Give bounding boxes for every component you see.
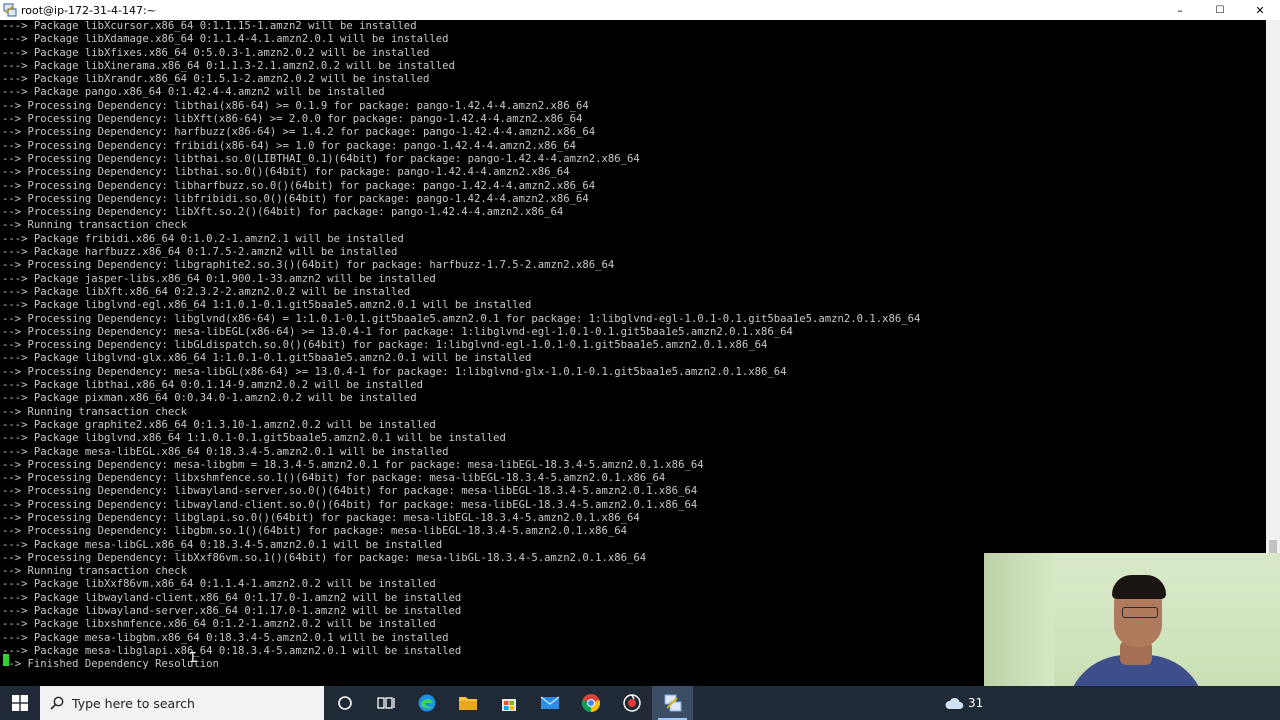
- close-button[interactable]: ✕: [1240, 0, 1280, 20]
- windows-logo-icon: [12, 695, 28, 711]
- search-placeholder: Type here to search: [72, 695, 195, 711]
- terminal-line: ---> Package fribidi.x86_64 0:1.0.2-1.am…: [2, 232, 404, 245]
- terminal-line: --> Processing Dependency: libthai(x86-6…: [2, 99, 589, 112]
- terminal-line: ---> Package harfbuzz.x86_64 0:1.7.5-2.a…: [2, 246, 398, 259]
- weather-cloud-icon: [945, 697, 964, 709]
- terminal-line: ---> Package jasper-libs.x86_64 0:1.900.…: [2, 272, 436, 285]
- terminal-line: ---> Package libglvnd-glx.x86_64 1:1.0.1…: [2, 352, 532, 365]
- terminal-line: --> Processing Dependency: mesa-libEGL(x…: [2, 325, 793, 338]
- taskbar-file-explorer[interactable]: [447, 686, 488, 720]
- terminal-cursor: [3, 654, 9, 666]
- system-tray[interactable]: 31: [944, 686, 983, 720]
- terminal-line: --> Processing Dependency: libgraphite2.…: [2, 259, 615, 272]
- taskbar-edge[interactable]: [406, 686, 447, 720]
- task-view-button[interactable]: [365, 686, 406, 720]
- terminal-line: ---> Package libglvnd.x86_64 1:1.0.1-0.1…: [2, 432, 506, 445]
- taskbar-chrome[interactable]: [570, 686, 611, 720]
- terminal-line: ---> Package libthai.x86_64 0:0.1.14-9.a…: [2, 379, 423, 392]
- terminal-line: ---> Package libXft.x86_64 0:2.3.2-2.amz…: [2, 285, 411, 298]
- text-ibeam-cursor-icon: I: [189, 651, 197, 666]
- task-view-icon: [376, 697, 395, 709]
- taskbar-search-box[interactable]: Type here to search: [40, 686, 324, 720]
- terminal-line: --> Processing Dependency: mesa-libGL(x8…: [2, 365, 787, 378]
- terminal-line: --> Processing Dependency: libXft(x86-64…: [2, 113, 583, 126]
- terminal-line: --> Processing Dependency: libfribidi.so…: [2, 192, 589, 205]
- cortana-circle-icon: [337, 696, 352, 710]
- weather-temperature: 31: [968, 696, 984, 710]
- presenter-hair: [1112, 575, 1166, 599]
- terminal-line: ---> Package libXinerama.x86_64 0:1.1.3-…: [2, 59, 455, 72]
- edge-browser-icon: [418, 694, 435, 712]
- terminal-line: --> Running transaction check: [2, 405, 187, 418]
- taskbar-mail[interactable]: [529, 686, 570, 720]
- terminal-line: --> Processing Dependency: libGLdispatch…: [2, 339, 768, 352]
- terminal-line: ---> Package mesa-libGL.x86_64 0:18.3.4-…: [2, 538, 443, 551]
- terminal-line: ---> Package mesa-libEGL.x86_64 0:18.3.4…: [2, 445, 449, 458]
- screen-recorder-icon: [622, 694, 641, 712]
- store-bag-icon: [501, 699, 516, 711]
- terminal-line: --> Processing Dependency: libthai.so.0(…: [2, 166, 570, 179]
- terminal-line: --> Processing Dependency: harfbuzz(x86-…: [2, 126, 596, 139]
- start-button[interactable]: [0, 686, 40, 720]
- terminal-line: ---> Package libXfixes.x86_64 0:5.0.3-1.…: [2, 46, 430, 59]
- putty-terminal-icon: [664, 694, 681, 712]
- terminal-line: --> Running transaction check: [2, 219, 187, 232]
- terminal-line: --> Processing Dependency: libwayland-se…: [2, 485, 698, 498]
- taskbar-putty[interactable]: [652, 686, 693, 720]
- presenter-glasses: [1122, 607, 1158, 618]
- terminal-line: ---> Package libXcursor.x86_64 0:1.1.15-…: [2, 20, 417, 32]
- terminal-line: ---> Package libXrandr.x86_64 0:1.5.1-2.…: [2, 73, 430, 86]
- search-icon: [50, 696, 64, 710]
- terminal-line: ---> Package libXdamage.x86_64 0:1.1.4-4…: [2, 33, 449, 46]
- taskbar-store[interactable]: [488, 686, 529, 720]
- terminal-line: ---> Package libglvnd-egl.x86_64 1:1.0.1…: [2, 299, 532, 312]
- terminal-line: ---> Package graphite2.x86_64 0:1.3.10-1…: [2, 418, 436, 431]
- minimize-button[interactable]: –: [1160, 0, 1200, 20]
- chrome-browser-icon: [581, 694, 600, 712]
- folder-icon: [458, 697, 477, 710]
- maximize-button[interactable]: ☐: [1200, 0, 1240, 20]
- terminal-line: ---> Package pango.x86_64 0:1.42.4-4.amz…: [2, 86, 385, 99]
- terminal-line: --> Processing Dependency: libglvnd(x86-…: [2, 312, 921, 325]
- putty-terminal-icon: [3, 3, 17, 17]
- terminal-line: --> Processing Dependency: libthai.so.0(…: [2, 152, 640, 165]
- mail-envelope-icon: [540, 696, 559, 709]
- terminal-line: --> Processing Dependency: mesa-libgbm =…: [2, 458, 704, 471]
- terminal-line: --> Processing Dependency: libwayland-cl…: [2, 498, 698, 511]
- cortana-button[interactable]: [324, 686, 365, 720]
- taskbar-recorder[interactable]: [611, 686, 652, 720]
- terminal-line: --> Processing Dependency: fribidi(x86-6…: [2, 139, 577, 152]
- terminal-line: ---> Package pixman.x86_64 0:0.34.0-1.am…: [2, 392, 417, 405]
- windows-taskbar: Type here to search 31: [0, 686, 1280, 720]
- terminal-line: --> Processing Dependency: libxshmfence.…: [2, 472, 666, 485]
- terminal-line: --> Processing Dependency: libXft.so.2()…: [2, 206, 564, 219]
- terminal-line: --> Processing Dependency: libglapi.so.0…: [2, 511, 640, 524]
- window-title: root@ip-172-31-4-147:~: [21, 3, 156, 17]
- terminal-line: --> Processing Dependency: libharfbuzz.s…: [2, 179, 596, 192]
- window-titlebar[interactable]: root@ip-172-31-4-147:~ – ☐ ✕: [0, 0, 1280, 20]
- terminal-line: --> Processing Dependency: libgbm.so.1()…: [2, 525, 628, 538]
